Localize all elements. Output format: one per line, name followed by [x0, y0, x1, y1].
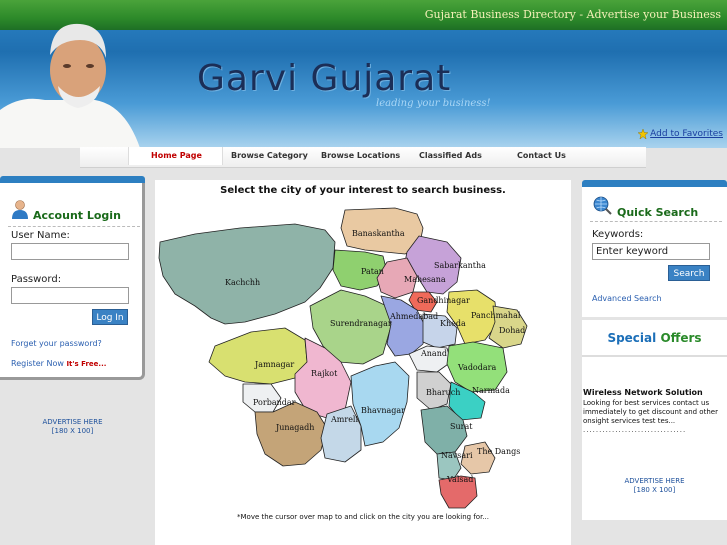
map-label-kachchh: Kachchh: [225, 278, 260, 287]
map-label-banaskantha: Banaskantha: [352, 229, 405, 238]
map-label-patan: Patan: [361, 267, 384, 276]
quick-search-title: Quick Search: [617, 206, 699, 219]
map-label-amreli: Amreli: [330, 415, 358, 424]
map-label-narmada: Narmada: [472, 386, 510, 395]
site-title: Garvi Gujarat: [197, 58, 452, 99]
gujarat-district-map: Banaskantha Patan Sabarkantha Mahesana K…: [158, 207, 528, 509]
user-icon: [12, 200, 28, 219]
quick-search-panel: Quick Search Keywords: Search Advanced S…: [582, 187, 727, 317]
map-label-sabarkantha: Sabarkantha: [434, 261, 486, 270]
nav-classified-ads[interactable]: Classified Ads: [419, 151, 482, 160]
left-panel-header-bar: [0, 176, 145, 183]
map-label-panchmahal: Panchmahal: [471, 311, 521, 320]
map-label-vadodara: Vadodara: [457, 363, 496, 372]
nav-browse-category[interactable]: Browse Category: [231, 151, 308, 160]
advanced-search-link[interactable]: Advanced Search: [592, 294, 662, 303]
map-label-jamnagar: Jamnagar: [254, 360, 294, 369]
account-login-title: Account Login: [33, 209, 121, 222]
register-label: Register Now: [11, 359, 64, 368]
header: Gujarat Business Directory - Advertise y…: [0, 0, 727, 148]
search-button[interactable]: Search: [668, 265, 710, 281]
map-label-valsad: Valsad: [446, 475, 473, 484]
map-label-navsari: Navsari: [441, 451, 473, 460]
map-label-bhavnagar: Bhavnagar: [361, 406, 405, 415]
nav-home-page[interactable]: Home Page: [128, 147, 223, 165]
advertise-size: [180 X 100]: [633, 486, 676, 494]
offer-separator: ................................: [583, 426, 687, 434]
password-label: Password:: [11, 274, 62, 285]
map-label-porbandar: Porbandar: [253, 398, 296, 407]
map-label-mahesana: Mahesana: [404, 275, 446, 284]
forgot-password-link[interactable]: Forget your password?: [11, 339, 102, 348]
keywords-label: Keywords:: [592, 229, 644, 240]
advertise-label: ADVERTISE HERE: [42, 418, 103, 426]
offer-item-title[interactable]: Wireless Network Solution: [583, 388, 703, 397]
map-label-kheda: Kheda: [440, 319, 466, 328]
divider: [582, 355, 727, 357]
map-label-gandhinagar: Gandhinagar: [417, 296, 470, 305]
divider: [590, 221, 722, 222]
banner-portrait-image: [0, 23, 140, 148]
map-label-surat: Surat: [450, 422, 473, 431]
add-to-favorites-label: Add to Favorites: [650, 129, 723, 139]
login-button[interactable]: Log In: [92, 309, 128, 325]
map-label-the-dangs: The Dangs: [477, 447, 520, 456]
nav-contact-us[interactable]: Contact Us: [517, 151, 566, 160]
offers-title-word1: Special: [607, 331, 657, 345]
district-junagadh[interactable]: [254, 401, 328, 467]
left-advertise-placeholder[interactable]: ADVERTISE HERE [180 X 100]: [0, 418, 145, 436]
top-banner-text: Gujarat Business Directory - Advertise y…: [424, 8, 721, 21]
nav-browse-locations[interactable]: Browse Locations: [321, 151, 400, 160]
star-icon: [638, 129, 649, 139]
map-label-junagadh: Junagadh: [275, 423, 314, 432]
keyword-input[interactable]: [592, 243, 710, 260]
site-tagline: leading your business!: [376, 98, 491, 109]
username-input[interactable]: [11, 243, 129, 260]
add-to-favorites-link[interactable]: Add to Favorites: [638, 129, 723, 139]
password-input[interactable]: [11, 287, 129, 304]
globe-search-icon: [593, 196, 612, 215]
register-free-label: It's Free...: [66, 360, 107, 368]
register-link[interactable]: Register Now It's Free...: [11, 359, 106, 368]
map-heading: Select the city of your interest to sear…: [220, 185, 506, 196]
map-panel: Select the city of your interest to sear…: [155, 180, 571, 545]
offer-item-description: Looking for best services contact us imm…: [583, 399, 718, 425]
district-kachchh[interactable]: [158, 223, 336, 325]
map-label-rajkot: Rajkot: [311, 369, 338, 378]
username-label: User Name:: [11, 230, 70, 241]
special-offers-title: Special Offers: [582, 331, 727, 345]
divider: [8, 226, 140, 227]
main-nav: Home Page Browse Category Browse Locatio…: [80, 147, 646, 168]
advertise-label: ADVERTISE HERE: [624, 477, 685, 485]
right-advertise-placeholder[interactable]: ADVERTISE HERE [180 X 100]: [582, 477, 727, 495]
account-login-panel: Account Login User Name: Password: Log I…: [0, 183, 145, 380]
map-label-dohad: Dohad: [499, 326, 525, 335]
map-label-bharuch: Bharuch: [426, 388, 460, 397]
map-label-ahmedabad: Ahmedabad: [389, 312, 438, 321]
map-label-anand: Anand: [420, 349, 447, 358]
district-jamnagar[interactable]: [208, 327, 308, 385]
map-instruction-note: *Move the cursor over map to and click o…: [237, 513, 489, 521]
right-panel-header-bar: [582, 180, 727, 187]
advertise-size: [180 X 100]: [51, 427, 94, 435]
offers-title-word2: Offers: [660, 331, 702, 345]
map-label-surendranagar: Surendranagar: [330, 319, 392, 328]
